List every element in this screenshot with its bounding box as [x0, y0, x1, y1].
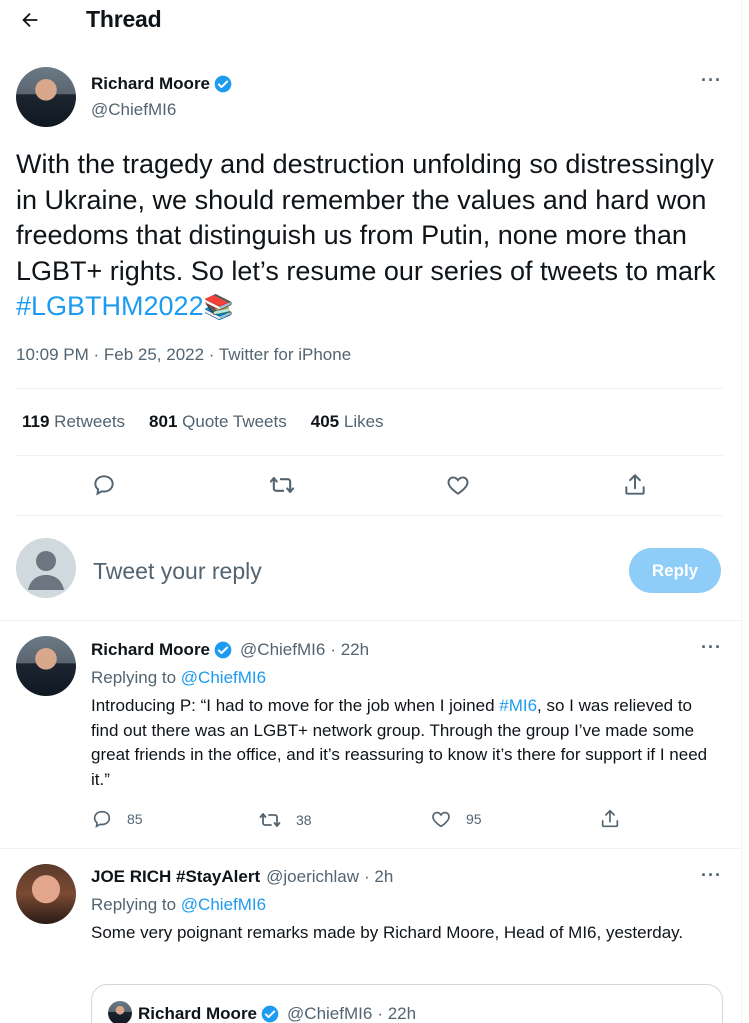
more-options-icon[interactable]: ··· [701, 70, 722, 91]
header: Thread [0, 0, 742, 42]
tweet-time[interactable]: · 2h [364, 867, 393, 887]
avatar[interactable] [16, 636, 76, 696]
author-handle: @ChiefMI6 [287, 1004, 373, 1023]
author-handle[interactable]: @ChiefMI6 [240, 640, 325, 660]
hashtag-link[interactable]: #LGBTHM2022 [16, 291, 204, 321]
reply-count: 85 [127, 811, 143, 827]
heart-icon [447, 476, 469, 495]
divider [0, 620, 742, 621]
share-action[interactable] [620, 470, 650, 500]
reply-action[interactable]: 85 [91, 808, 143, 830]
arrow-left-icon [22, 12, 38, 28]
verified-icon [213, 640, 233, 660]
retweet-action[interactable] [267, 470, 297, 500]
avatar[interactable] [16, 864, 76, 924]
reply-input[interactable]: Tweet your reply [93, 558, 262, 585]
thread-column: Thread Richard Moore @ChiefMI6 ··· With … [0, 0, 742, 1023]
share-action[interactable] [599, 808, 621, 830]
tweet-actions [0, 470, 742, 500]
hashtag-link[interactable]: #MI6 [499, 696, 537, 715]
retweet-count: 38 [296, 812, 312, 828]
tweet-time: · 22h [377, 1004, 417, 1023]
heart-icon [432, 811, 450, 828]
page-title: Thread [86, 6, 162, 32]
reply-button[interactable]: Reply [629, 548, 721, 593]
replying-to-link[interactable]: @ChiefMI6 [181, 668, 266, 687]
share-icon [625, 474, 645, 495]
retweets-stat[interactable]: 119 Retweets [22, 412, 125, 432]
author-handle[interactable]: @joerichlaw [266, 867, 359, 887]
replying-to: Replying to @ChiefMI6 [91, 895, 267, 914]
reply-icon [93, 810, 111, 828]
more-options-icon[interactable]: ··· [701, 637, 722, 658]
tweet-time[interactable]: · 22h [330, 640, 369, 660]
avatar[interactable] [16, 67, 76, 127]
retweet-icon [269, 476, 295, 494]
replying-to: Replying to @ChiefMI6 [91, 668, 267, 687]
more-options-icon[interactable]: ··· [701, 865, 722, 886]
reply1-text: Introducing P: “I had to move for the jo… [91, 696, 708, 789]
tweet-text: With the tragedy and destruction unfoldi… [16, 147, 728, 326]
reply2-header: JOE RICH #StayAlert @joerichlaw · 2h [91, 867, 393, 887]
books-emoji-icon: 📚 [203, 294, 234, 321]
like-action[interactable]: 95 [430, 808, 482, 830]
verified-icon [213, 74, 233, 94]
author-name-row: Richard Moore [91, 74, 233, 94]
back-button[interactable] [16, 6, 44, 34]
verified-icon [260, 1004, 280, 1023]
avatar [108, 1001, 132, 1023]
reply-icon [94, 475, 114, 496]
divider [16, 515, 724, 516]
reply1-header: Richard Moore @ChiefMI6 · 22h [91, 640, 369, 660]
tweet-text-body: With the tragedy and destruction unfoldi… [16, 149, 716, 286]
tweet-stats: 119 Retweets 801 Quote Tweets 405 Likes [22, 412, 408, 432]
default-avatar-icon [16, 538, 76, 598]
retweet-action[interactable]: 38 [258, 808, 312, 832]
tweet-timestamp[interactable]: 10:09 PM · Feb 25, 2022 · Twitter for iP… [16, 345, 351, 365]
author-name[interactable]: Richard Moore [91, 74, 210, 94]
retweet-icon [259, 813, 281, 827]
reply-action[interactable] [89, 470, 119, 500]
divider [0, 848, 742, 849]
author-handle-row: @ChiefMI6 [91, 100, 176, 120]
author-handle[interactable]: @ChiefMI6 [91, 100, 176, 120]
like-count: 95 [466, 811, 482, 827]
like-action[interactable] [443, 470, 473, 500]
quote-tweets-stat[interactable]: 801 Quote Tweets [149, 412, 287, 432]
quoted-tweet-header: Richard Moore @ChiefMI6 · 22h [138, 1004, 416, 1023]
divider [16, 388, 724, 389]
quoted-tweet[interactable]: Richard Moore @ChiefMI6 · 22h [91, 984, 723, 1023]
replying-to-link[interactable]: @ChiefMI6 [181, 895, 266, 914]
share-icon [601, 809, 619, 828]
author-name: Richard Moore [138, 1004, 258, 1023]
likes-stat[interactable]: 405 Likes [311, 412, 384, 432]
reply2-text: Some very poignant remarks made by Richa… [91, 923, 684, 942]
author-name[interactable]: JOE RICH #StayAlert [91, 867, 260, 887]
divider [16, 455, 724, 456]
author-name[interactable]: Richard Moore [91, 640, 210, 660]
